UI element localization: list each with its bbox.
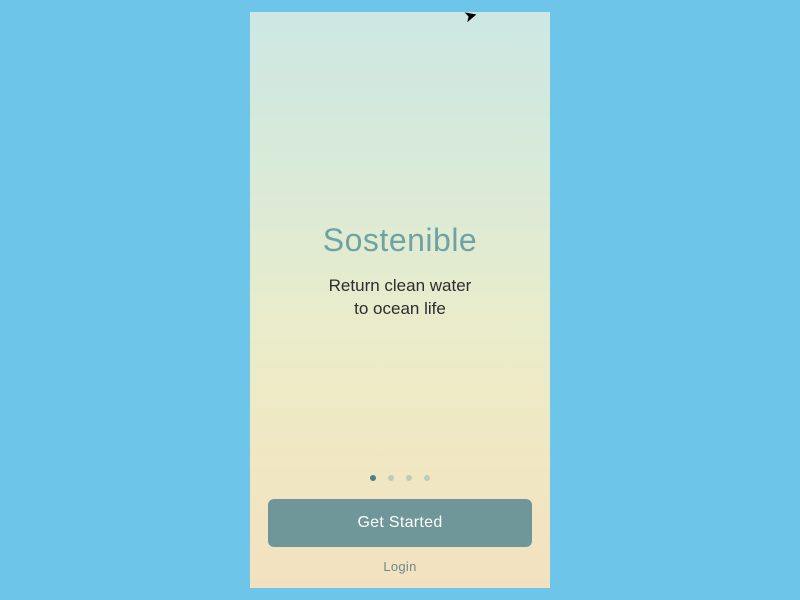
tagline-line-1: Return clean water [329,276,472,295]
tagline-line-2: to ocean life [354,299,446,318]
page-dot-1[interactable] [370,475,376,481]
page-indicator[interactable] [370,475,430,481]
login-link[interactable]: Login [383,559,416,574]
get-started-button[interactable]: Get Started [268,499,532,547]
onboarding-screen: Sostenible Return clean water to ocean l… [250,12,550,588]
tagline: Return clean water to ocean life [323,275,477,321]
page-dot-3[interactable] [406,475,412,481]
page-dot-2[interactable] [388,475,394,481]
brand-title: Sostenible [323,222,477,259]
page-dot-4[interactable] [424,475,430,481]
hero-copy: Sostenible Return clean water to ocean l… [323,222,477,321]
